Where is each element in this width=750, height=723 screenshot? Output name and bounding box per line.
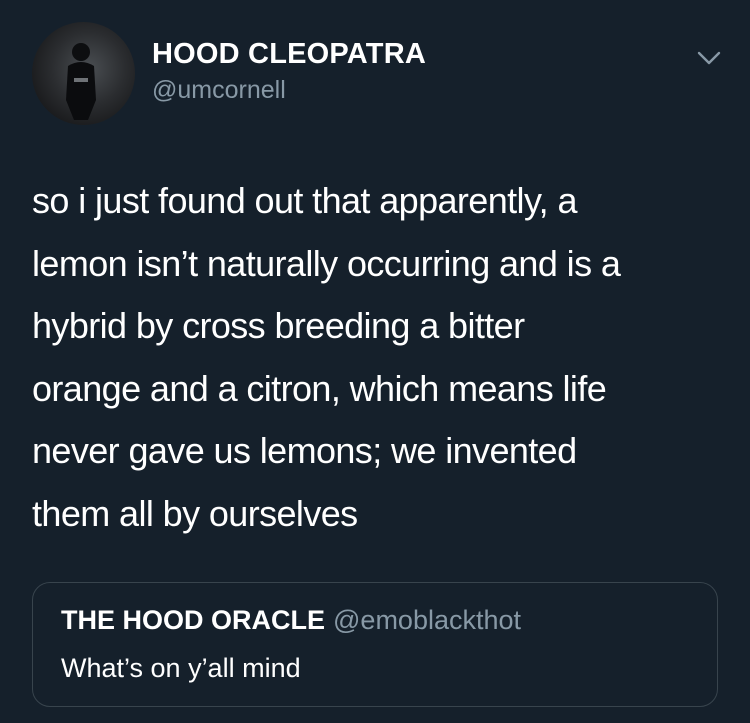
- quoted-tweet-text: What’s on y’all mind: [61, 653, 301, 683]
- quoted-tweet-header: THE HOOD ORACLE @emoblackthot: [61, 605, 521, 636]
- quoted-tweet[interactable]: THE HOOD ORACLE @emoblackthot What’s on y…: [32, 582, 718, 707]
- quoted-tweet-display-name: THE HOOD ORACLE: [61, 605, 326, 635]
- author-display-name[interactable]: HOOD CLEOPATRA: [152, 38, 426, 71]
- avatar[interactable]: [32, 22, 135, 125]
- author-handle[interactable]: @umcornell: [152, 76, 286, 105]
- quoted-tweet-handle: @emoblackthot: [333, 605, 522, 635]
- tweet-text: so i just found out that apparently, a l…: [32, 180, 621, 534]
- chevron-down-icon[interactable]: [694, 42, 724, 72]
- tweet-card: HOOD CLEOPATRA @umcornell so i just foun…: [0, 0, 750, 723]
- avatar-person-silhouette: [66, 43, 96, 120]
